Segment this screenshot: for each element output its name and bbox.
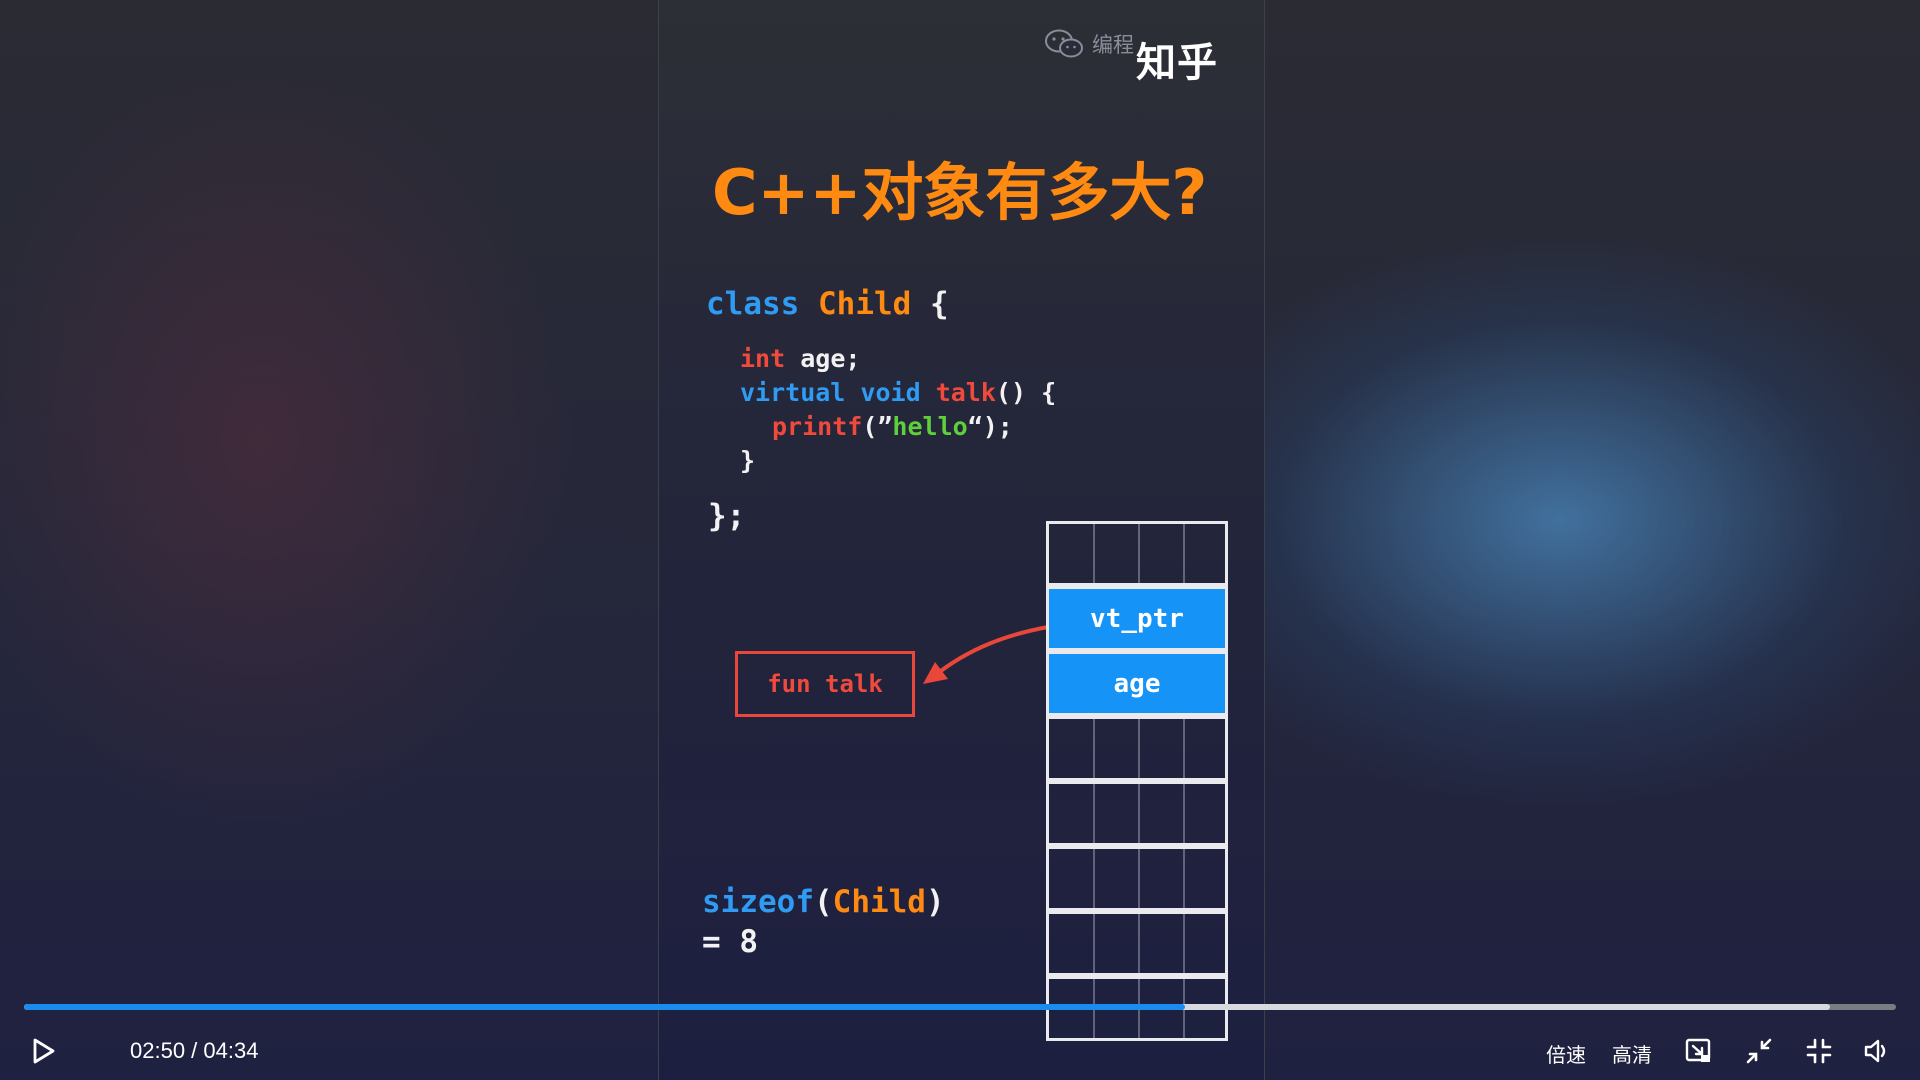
zhihu-logo: 知乎: [1136, 40, 1218, 86]
progress-bar[interactable]: [24, 1004, 1896, 1010]
memory-cell-empty: [1046, 781, 1228, 846]
time-display: 02:50 / 04:34: [130, 1038, 259, 1063]
code-line-printf: printf(”hello“);: [772, 412, 1013, 441]
sizeof-paren-open: (: [813, 884, 833, 920]
watermark-text: 编程: [1092, 33, 1134, 57]
volume-icon[interactable]: [1862, 1036, 1892, 1066]
code-close-paren: “);: [967, 412, 1013, 441]
exit-fullscreen-icon[interactable]: [1804, 1036, 1834, 1066]
sizeof-arg: Child: [832, 884, 926, 920]
code-line-int: int age;: [740, 344, 860, 373]
speed-button[interactable]: 倍速: [1546, 1039, 1586, 1068]
code-member: age;: [800, 344, 861, 373]
picture-in-picture-icon[interactable]: [1684, 1036, 1714, 1066]
watermark: 编程: [1044, 28, 1134, 60]
player-controls: 02:50 / 04:34 倍速 高清: [0, 1022, 1920, 1080]
slide-title: C++对象有多大?: [712, 156, 1208, 229]
code-function-name: talk: [935, 378, 996, 407]
code-keyword-virtual: virtual: [740, 378, 846, 407]
code-class-name: Child: [818, 286, 912, 322]
code-params: () {: [995, 378, 1057, 407]
memory-cell-empty: [1046, 911, 1228, 976]
code-string: hello: [892, 412, 968, 441]
code-line-close-class: };: [708, 498, 746, 534]
sizeof-paren-close: ): [925, 884, 945, 920]
code-line-class: class Child {: [706, 286, 949, 322]
code-brace: {: [930, 286, 949, 322]
wechat-icon: [1045, 29, 1083, 58]
memory-cell-empty: [1046, 521, 1228, 586]
sizeof-result: = 8: [702, 924, 758, 960]
code-line-virtual: virtual void talk() {: [740, 378, 1056, 407]
arrow-icon: [923, 625, 1050, 684]
code-type: int: [740, 344, 786, 373]
video-player[interactable]: 编程 知乎 C++对象有多大? class Child { int age; v…: [0, 0, 1920, 1080]
sizeof-expression: sizeof(Child): [702, 884, 945, 920]
code-keyword: class: [706, 286, 800, 322]
code-line-close-fn: }: [740, 446, 756, 475]
memory-layout: vt_ptr age: [1046, 521, 1228, 1045]
function-box: fun talk: [735, 651, 915, 717]
play-icon[interactable]: [28, 1036, 58, 1066]
code-printf: printf: [772, 412, 863, 441]
progress-played: [24, 1004, 1185, 1010]
minimize-icon[interactable]: [1744, 1036, 1774, 1066]
memory-cell-empty: [1046, 716, 1228, 781]
memory-cell-age: age: [1046, 651, 1228, 716]
memory-cell-vt-ptr: vt_ptr: [1046, 586, 1228, 651]
sizeof-keyword: sizeof: [702, 884, 814, 920]
memory-cell-empty: [1046, 846, 1228, 911]
code-open-paren: (”: [862, 412, 893, 441]
quality-button[interactable]: 高清: [1612, 1039, 1652, 1068]
code-keyword-void: void: [860, 378, 921, 407]
